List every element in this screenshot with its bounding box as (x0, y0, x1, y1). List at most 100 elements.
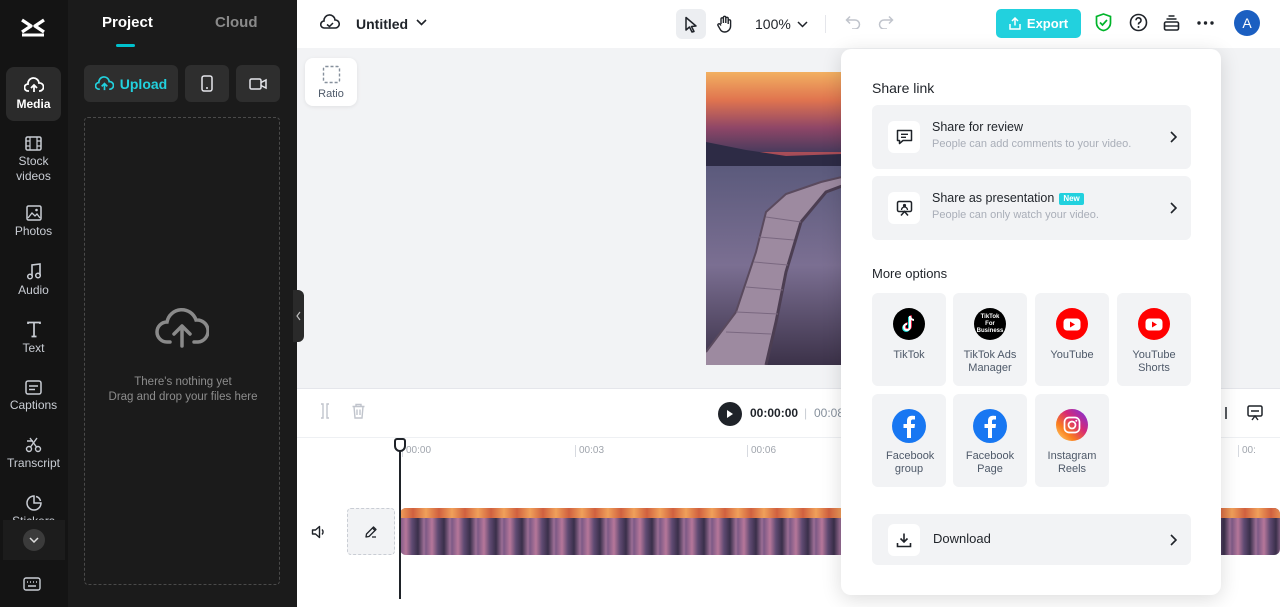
cloud-save-icon[interactable] (320, 14, 340, 30)
option-label: Facebook Page (965, 450, 1015, 475)
tab-project[interactable]: Project (102, 14, 153, 31)
mobile-upload-button[interactable] (185, 65, 229, 102)
download-item[interactable]: Download (872, 514, 1191, 565)
layers-stack-icon[interactable] (1163, 14, 1180, 32)
rail-item-text[interactable]: Text (6, 316, 61, 360)
more-options-icon[interactable] (1197, 21, 1214, 25)
share-upload-icon (1009, 17, 1021, 30)
play-button[interactable] (718, 402, 742, 426)
rail-item-audio[interactable]: Audio (6, 258, 61, 302)
redo-icon[interactable] (878, 15, 894, 29)
rail-item-media[interactable]: Media (6, 67, 61, 121)
share-tiktok-ads-manager-option[interactable]: TikTok For Business TikTok Ads Manager (953, 293, 1027, 386)
project-menu-chevron-down-icon[interactable] (416, 19, 427, 26)
chevron-right-icon (1170, 533, 1178, 551)
option-label: Facebook group (886, 450, 935, 475)
rail-item-label: Audio (18, 282, 49, 297)
youtube-logo-icon (1056, 308, 1088, 340)
upload-button[interactable]: Upload (84, 65, 178, 102)
panel-collapse-handle[interactable] (293, 290, 304, 342)
user-avatar[interactable]: A (1234, 10, 1260, 36)
aspect-ratio-icon (322, 65, 340, 83)
phone-icon (201, 75, 213, 92)
left-rail: Media Stock videos Photos Audio Text Cap… (0, 0, 68, 607)
cloud-upload-icon (155, 304, 210, 355)
upload-dropzone[interactable]: There's nothing yet Drag and drop your f… (84, 117, 280, 585)
edit-cover-button[interactable] (347, 508, 395, 555)
facebook-logo-icon (892, 409, 926, 443)
chevron-right-icon (1170, 130, 1178, 148)
tiktok-for-business-logo-icon: TikTok For Business (974, 308, 1006, 340)
keyboard-shortcuts-icon[interactable] (22, 576, 44, 597)
ruler-tick: 00:03 (575, 445, 604, 457)
rail-item-captions[interactable]: Captions (6, 374, 61, 418)
comment-icon (888, 121, 920, 153)
shield-check-icon[interactable] (1095, 13, 1112, 32)
facebook-logo-icon (973, 409, 1007, 443)
ruler-tick: 00:00 (402, 445, 431, 457)
delete-trash-icon[interactable] (351, 403, 366, 424)
tab-cloud[interactable]: Cloud (215, 14, 258, 31)
select-tool-button[interactable] (676, 9, 706, 39)
hand-tool-button[interactable] (710, 9, 740, 39)
chevron-down-icon (797, 20, 808, 28)
export-button[interactable]: Export (996, 9, 1081, 38)
total-time: 00:08 (814, 406, 845, 420)
share-youtube-shorts-option[interactable]: YouTube Shorts (1117, 293, 1191, 386)
help-icon[interactable] (1129, 13, 1148, 32)
video-preview[interactable] (706, 72, 842, 365)
current-time: 00:00:00 (750, 406, 799, 420)
text-t-icon (26, 321, 41, 337)
rail-item-label: Transcript (7, 456, 60, 470)
option-label: Instagram Reels (1047, 450, 1097, 475)
cloud-upload-icon (94, 75, 114, 90)
export-label: Export (1026, 16, 1069, 31)
share-instagram-reels-option[interactable]: Instagram Reels (1035, 394, 1109, 487)
playhead-handle[interactable] (394, 438, 406, 452)
share-facebook-group-option[interactable]: Facebook group (872, 394, 946, 487)
share-as-presentation-item[interactable]: Share as presentation New People can only… (872, 176, 1191, 240)
capcut-logo-icon[interactable] (18, 14, 48, 42)
ratio-button[interactable]: Ratio (305, 58, 357, 106)
download-icon (888, 524, 920, 556)
share-youtube-option[interactable]: YouTube (1035, 293, 1109, 386)
youtube-shorts-logo-icon (1138, 308, 1170, 340)
rail-item-label: Captions (9, 397, 58, 412)
empty-title: There's nothing yet (134, 376, 232, 388)
download-label: Download (933, 531, 991, 546)
zoom-dropdown[interactable]: 100% (755, 16, 808, 32)
undo-icon[interactable] (845, 15, 861, 29)
project-name[interactable]: Untitled (356, 16, 408, 32)
new-badge: New (1059, 193, 1084, 205)
rail-item-stock-videos[interactable]: Stock videos (6, 134, 61, 186)
share-facebook-page-option[interactable]: Facebook Page (953, 394, 1027, 487)
rail-item-label: Text (22, 340, 45, 355)
split-icon[interactable] (318, 403, 332, 424)
option-label: YouTube Shorts (1132, 349, 1176, 374)
more-options-heading: More options (872, 266, 948, 281)
chevron-down-icon (29, 537, 39, 543)
caption-monitor-icon[interactable] (1247, 405, 1263, 426)
tiktok-ads-logo-text: TikTok For Business (976, 313, 1004, 334)
cloud-upload-icon (23, 77, 44, 92)
rail-item-photos[interactable]: Photos (6, 200, 61, 244)
option-label: TikTok (893, 349, 925, 361)
review-title: Share for review (932, 120, 1024, 134)
chevron-left-icon (296, 311, 301, 321)
empty-subtitle: Drag and drop your files here (108, 391, 258, 403)
rail-expand-button[interactable] (3, 520, 65, 560)
ratio-label: Ratio (318, 87, 344, 100)
time-separator: | (804, 406, 808, 420)
tiktok-logo-icon (893, 308, 925, 340)
record-button[interactable] (236, 65, 280, 102)
rail-item-transcript[interactable]: Transcript (6, 432, 61, 476)
presentation-title-row: Share as presentation New (932, 191, 1084, 205)
toolbar-divider (825, 15, 826, 33)
ruler-tick: 00: (1238, 445, 1256, 457)
video-camera-icon (249, 77, 267, 90)
share-for-review-item[interactable]: Share for review People can add comments… (872, 105, 1191, 169)
boardwalk-sunset-image (706, 72, 842, 365)
playhead-line[interactable] (399, 439, 401, 599)
share-tiktok-option[interactable]: TikTok (872, 293, 946, 386)
speaker-volume-icon[interactable] (311, 525, 327, 544)
